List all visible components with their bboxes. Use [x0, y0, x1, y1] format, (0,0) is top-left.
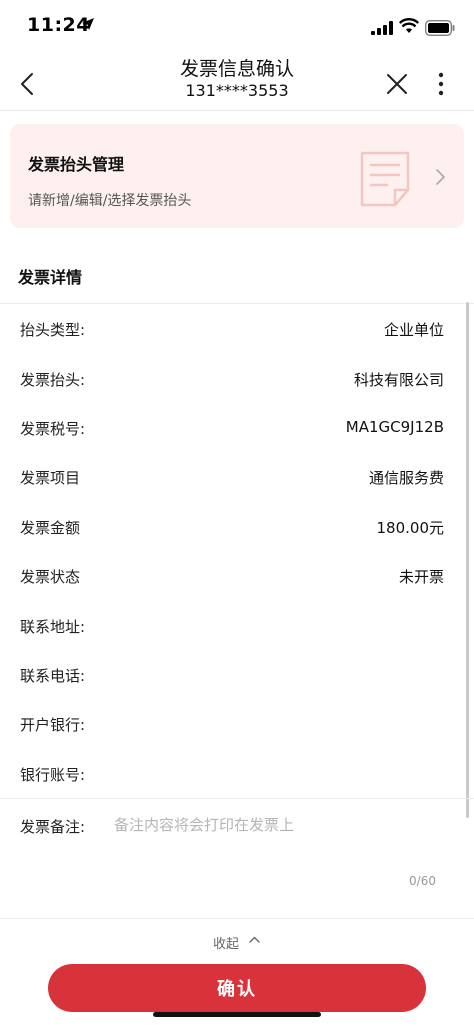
wifi-icon [399, 18, 419, 33]
nav-bar: 发票信息确认 131****3553 [0, 58, 474, 111]
detail-row-invoice-item: 发票项目 通信服务费 [0, 453, 474, 502]
more-vertical-icon[interactable] [434, 70, 448, 98]
row-label: 银行账号: [20, 766, 86, 784]
detail-row-phone: 联系电话: [0, 651, 474, 700]
remark-char-counter: 0/60 [409, 874, 436, 888]
row-label: 开户银行: [20, 716, 86, 734]
detail-row-address: 联系地址: [0, 602, 474, 651]
invoice-details-title: 发票详情 [18, 268, 83, 287]
row-value: 科技有限公司 [353, 371, 444, 389]
remark-input[interactable] [114, 814, 444, 874]
detail-row-header-type: 抬头类型: 企业单位 [0, 305, 474, 354]
row-label: 联系电话: [20, 667, 86, 685]
row-value: 未开票 [398, 568, 444, 586]
row-label: 发票税号: [20, 420, 86, 438]
row-label: 发票项目 [20, 469, 81, 487]
row-label: 联系地址: [20, 618, 86, 636]
divider [0, 798, 474, 799]
detail-row-status: 发票状态 未开票 [0, 552, 474, 601]
detail-row-tax-number: 发票税号: MA1GC9J12B [0, 404, 474, 453]
row-value: 企业单位 [383, 321, 444, 339]
close-icon[interactable] [385, 72, 409, 96]
detail-row-invoice-header: 发票抬头: 科技有限公司 [0, 355, 474, 404]
invoice-confirm-screen: 11:24 发票信息确认 131****3553 发票抬头管理 请新增/编辑/选… [0, 0, 474, 1026]
location-arrow-icon [82, 18, 94, 30]
row-value: 通信服务费 [368, 469, 444, 487]
detail-row-amount: 发票金额 180.00元 [0, 503, 474, 552]
collapse-toggle[interactable]: 收起 [0, 918, 474, 963]
header-management-description: 请新增/编辑/选择发票抬头 [28, 193, 192, 209]
scroll-indicator[interactable] [466, 302, 469, 818]
detail-row-bank-account: 银行账号: [0, 750, 474, 799]
row-label: 抬头类型: [20, 321, 86, 339]
collapse-label: 收起 [213, 937, 240, 952]
document-icon [360, 151, 410, 207]
cellular-signal-icon [371, 21, 393, 35]
row-label: 发票金额 [20, 519, 81, 537]
row-label: 发票抬头: [20, 371, 86, 389]
chevron-right-icon [436, 169, 445, 185]
battery-icon [425, 20, 455, 36]
row-label: 发票状态 [20, 568, 81, 586]
row-value: MA1GC9J12B [345, 418, 444, 436]
confirm-button[interactable]: 确认 [48, 964, 426, 1012]
home-indicator [153, 1012, 321, 1017]
remark-label: 发票备注: [20, 818, 86, 836]
invoice-header-management-card[interactable]: 发票抬头管理 请新增/编辑/选择发票抬头 [10, 124, 464, 228]
chevron-up-icon [249, 936, 260, 943]
header-management-title: 发票抬头管理 [28, 155, 125, 174]
detail-row-bank: 开户银行: [0, 700, 474, 749]
row-value: 180.00元 [376, 519, 445, 537]
status-bar: 11:24 [0, 0, 474, 58]
divider [0, 303, 474, 304]
